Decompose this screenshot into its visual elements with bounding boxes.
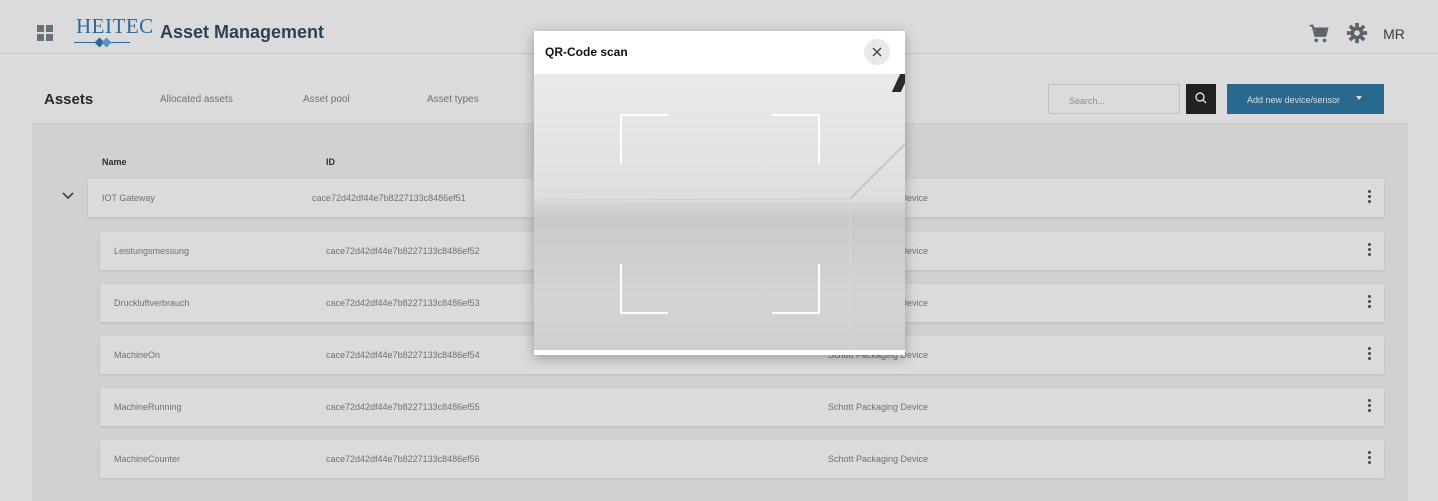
scan-frame-corner — [620, 114, 668, 164]
scan-frame-corner — [772, 114, 820, 164]
scan-frame-corner — [620, 264, 668, 314]
qr-scan-dialog: QR-Code scan — [534, 31, 905, 355]
app-root: HEITEC Asset Management MR Assets Alloca… — [0, 0, 1438, 501]
close-icon — [872, 47, 882, 57]
close-button[interactable] — [864, 39, 890, 65]
dialog-title: QR-Code scan — [545, 45, 628, 59]
scan-frame-corner — [772, 264, 820, 314]
camera-viewfinder — [534, 74, 905, 350]
room-edge-lines — [534, 143, 905, 350]
